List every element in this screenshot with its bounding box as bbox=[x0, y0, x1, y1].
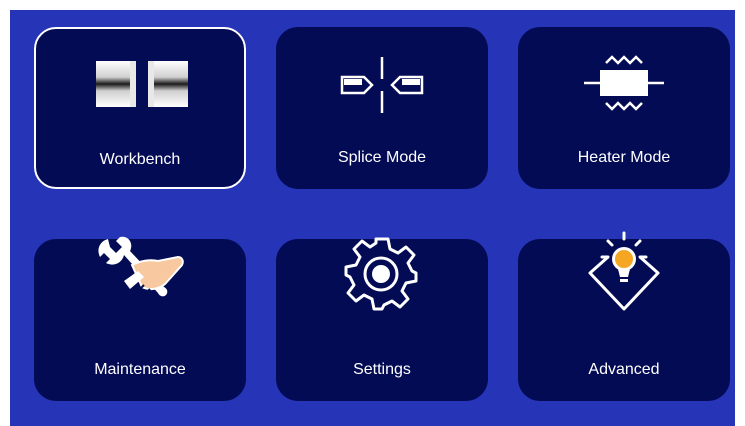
workbench-label: Workbench bbox=[99, 151, 181, 168]
heater-mode-tile[interactable]: Heater Mode bbox=[518, 27, 730, 189]
heater-mode-label: Heater Mode bbox=[577, 149, 671, 166]
wrench-hand-icon bbox=[98, 236, 184, 297]
maintenance-label: Maintenance bbox=[94, 361, 186, 378]
gear-icon bbox=[344, 237, 418, 311]
lightbulb-icon bbox=[588, 231, 660, 311]
settings-label: Settings bbox=[353, 361, 411, 378]
splice-alignment-icon bbox=[340, 57, 424, 113]
settings-tile[interactable]: Settings bbox=[276, 237, 488, 401]
fiber-workbench-icon bbox=[96, 61, 188, 107]
heater-sleeve-icon bbox=[584, 55, 664, 111]
advanced-label: Advanced bbox=[588, 361, 660, 378]
workbench-tile[interactable]: Workbench bbox=[34, 27, 246, 189]
main-menu-screen: Workbench Splice Mode Heater Mode Mainte… bbox=[10, 10, 735, 426]
advanced-tile[interactable]: Advanced bbox=[518, 231, 730, 401]
maintenance-tile[interactable]: Maintenance bbox=[34, 236, 246, 401]
splice-mode-tile[interactable]: Splice Mode bbox=[276, 27, 488, 189]
splice-mode-label: Splice Mode bbox=[337, 149, 427, 166]
